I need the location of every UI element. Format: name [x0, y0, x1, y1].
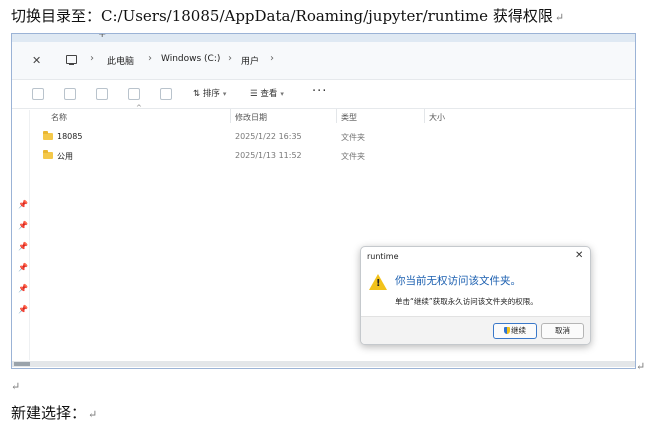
new-tab-button[interactable]: + — [98, 34, 106, 40]
continue-label: 继续 — [511, 326, 526, 335]
file-row[interactable]: 18085 2025/1/22 16:35 文件夹 — [42, 129, 422, 145]
paragraph-mark: ↵ — [11, 380, 21, 393]
breadcrumb-this-pc[interactable]: 此电脑 — [107, 54, 134, 67]
column-divider[interactable] — [230, 109, 231, 123]
address-bar: ✕ › 此电脑 › Windows (C:) › 用户 › — [12, 42, 635, 80]
view-label: 查看 — [260, 89, 278, 99]
cancel-button[interactable]: 取消 — [541, 323, 584, 339]
column-divider[interactable] — [336, 109, 337, 123]
delete-icon[interactable] — [160, 88, 172, 100]
pin-icon[interactable]: 📌 — [18, 242, 28, 251]
share-icon[interactable] — [128, 88, 140, 100]
chevron-down-icon: ▾ — [280, 90, 284, 98]
chevron-right-icon: › — [228, 53, 232, 64]
doc-line-2-text: 新建选择： — [11, 404, 87, 422]
cut-icon[interactable] — [32, 88, 44, 100]
pin-icon[interactable]: 📌 — [18, 305, 28, 314]
continue-button[interactable]: 继续 — [493, 323, 537, 339]
nav-pane-divider — [29, 110, 30, 360]
scrollbar-thumb[interactable] — [14, 362, 30, 366]
dialog-detail: 单击“继续”获取永久访问该文件夹的权限。 — [395, 297, 538, 306]
column-header-modified[interactable]: 修改日期 — [235, 112, 267, 123]
dialog-message: 你当前无权访问该文件夹。 — [395, 275, 521, 287]
uac-shield-icon — [504, 327, 510, 334]
chevron-right-icon: › — [270, 53, 274, 64]
breadcrumb-drive-c[interactable]: Windows (C:) — [161, 54, 220, 64]
computer-icon[interactable] — [66, 55, 77, 65]
permission-dialog: runtime ✕ ! 你当前无权访问该文件夹。 单击“继续”获取永久访问该文件… — [360, 246, 591, 345]
breadcrumb-users[interactable]: 用户 — [241, 54, 259, 67]
file-type: 文件夹 — [341, 152, 365, 161]
dialog-title: runtime — [367, 252, 399, 261]
column-header-name[interactable]: 名称 — [51, 112, 67, 123]
folder-icon — [43, 131, 53, 140]
pin-icon[interactable]: 📌 — [18, 284, 28, 293]
close-icon[interactable]: ✕ — [32, 54, 41, 67]
folder-icon — [43, 150, 53, 159]
file-type: 文件夹 — [341, 133, 365, 142]
warning-icon-mark: ! — [376, 278, 381, 289]
sort-label: 排序 — [202, 89, 220, 99]
paragraph-mark: ↵ — [554, 11, 565, 24]
doc-line-2: 新建选择： ↵ — [11, 402, 97, 423]
file-modified: 2025/1/13 11:52 — [235, 151, 302, 160]
horizontal-scrollbar[interactable] — [12, 361, 635, 367]
file-row[interactable]: 公用 2025/1/13 11:52 文件夹 — [42, 148, 422, 164]
more-options-button[interactable]: ··· — [312, 84, 327, 99]
view-button[interactable]: ☰ 查看 ▾ — [250, 87, 284, 99]
command-bar: ⇅ 排序 ▾ ☰ 查看 ▾ ··· — [12, 80, 635, 109]
copy-icon[interactable] — [64, 88, 76, 100]
chevron-right-icon: › — [148, 53, 152, 64]
paragraph-mark: ↵ — [636, 360, 646, 373]
tab-strip: + — [12, 34, 635, 42]
sort-button[interactable]: ⇅ 排序 ▾ — [193, 87, 226, 99]
pin-icon[interactable]: 📌 — [18, 200, 28, 209]
column-header-type[interactable]: 类型 — [341, 112, 357, 123]
sort-caret-icon: ^ — [136, 104, 142, 112]
file-modified: 2025/1/22 16:35 — [235, 132, 302, 141]
file-name: 公用 — [57, 152, 73, 161]
paragraph-mark: ↵ — [88, 408, 98, 421]
explorer-screenshot: + ✕ › 此电脑 › Windows (C:) › 用户 › ⇅ 排序 ▾ ☰ … — [11, 33, 636, 369]
paste-icon[interactable] — [96, 88, 108, 100]
chevron-right-icon: › — [90, 53, 94, 64]
dialog-close-icon[interactable]: ✕ — [575, 250, 583, 261]
doc-line-1-text: 切换目录至：C:/Users/18085/AppData/Roaming/jup… — [11, 7, 553, 25]
column-divider[interactable] — [424, 109, 425, 123]
column-header-size[interactable]: 大小 — [429, 112, 445, 123]
file-name: 18085 — [57, 132, 83, 141]
pin-icon[interactable]: 📌 — [18, 221, 28, 230]
chevron-down-icon: ▾ — [222, 90, 227, 98]
doc-line-1: 切换目录至：C:/Users/18085/AppData/Roaming/jup… — [11, 5, 564, 26]
dialog-footer: 继续 取消 — [361, 316, 590, 344]
pin-icon[interactable]: 📌 — [18, 263, 28, 272]
